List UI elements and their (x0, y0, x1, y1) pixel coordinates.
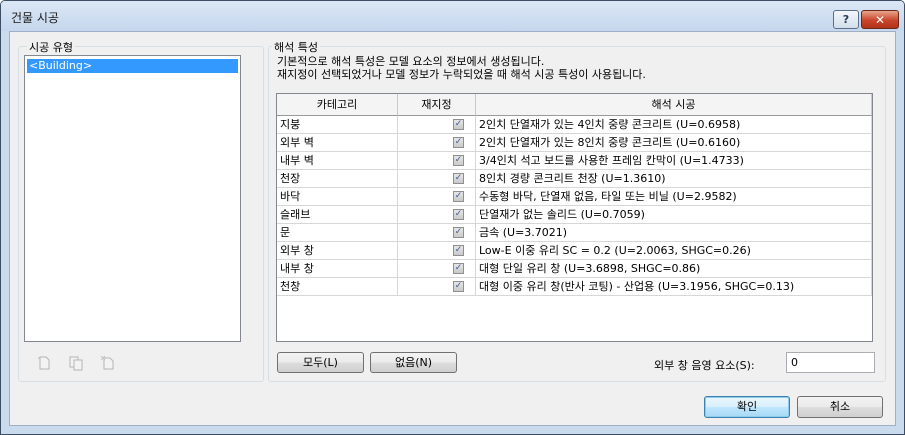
construction-cell[interactable]: 대형 단일 유리 창 (U=3.6898, SHGC=0.86) (476, 260, 872, 278)
construction-cell[interactable]: 단열재가 없는 솔리드 (U=0.7059) (476, 206, 872, 224)
override-checkbox[interactable]: ✓ (453, 263, 464, 274)
override-checkbox[interactable]: ✓ (453, 209, 464, 220)
column-header-override[interactable]: 재지정 (398, 94, 476, 116)
description-line-1: 기본적으로 해석 특성은 모델 요소의 정보에서 생성됩니다. (277, 55, 545, 68)
help-button[interactable]: ? (833, 10, 859, 29)
cancel-button[interactable]: 취소 (797, 396, 883, 418)
dialog-title: 건물 시공 (11, 11, 59, 25)
category-cell: 문 (277, 224, 398, 242)
override-checkbox[interactable]: ✓ (453, 173, 464, 184)
override-cell: ✓ (398, 206, 476, 224)
override-cell: ✓ (398, 116, 476, 134)
table-row[interactable]: 지붕 ✓ 2인치 단열재가 있는 4인치 중량 콘크리트 (U=0.6958) (277, 116, 872, 134)
table-row[interactable]: 천창 ✓ 대형 이중 유리 창(반사 코팅) - 산업용 (U=3.1956, SH… (277, 278, 872, 296)
table-row[interactable]: 외부 벽 ✓ 2인치 단열재가 있는 8인치 중량 콘크리트 (U=0.6160) (277, 134, 872, 152)
construction-cell[interactable]: 대형 이중 유리 창(반사 코팅) - 산업용 (U=3.1956, SHGC=… (476, 278, 872, 296)
override-cell: ✓ (398, 224, 476, 242)
duplicate-icon[interactable] (68, 355, 84, 371)
construction-cell[interactable]: Low-E 이중 유리 SC = 0.2 (U=2.0063, SHGC=0.2… (476, 242, 872, 260)
category-cell: 외부 벽 (277, 134, 398, 152)
analytic-constructions-table[interactable]: 카테고리 재지정 해석 시공 지붕 ✓ 2인치 단열재가 있는 4인치 중량 콘크리… (276, 93, 873, 342)
construction-types-label: 시공 유형 (27, 39, 75, 55)
construction-cell[interactable]: 8인치 경량 콘크리트 천장 (U=1.3610) (476, 170, 872, 188)
override-checkbox[interactable]: ✓ (453, 155, 464, 166)
analytic-properties-label: 해석 특성 (272, 39, 320, 55)
override-checkbox[interactable]: ✓ (453, 281, 464, 292)
description-line-2: 재지정이 선택되었거나 모델 정보가 누락되었을 때 해석 시공 특성이 사용됩… (277, 68, 646, 81)
override-checkbox[interactable]: ✓ (453, 137, 464, 148)
column-header-construction[interactable]: 해석 시공 (476, 94, 872, 116)
construction-types-list[interactable]: <Building> (24, 55, 241, 342)
override-cell: ✓ (398, 134, 476, 152)
construction-cell[interactable]: 3/4인치 석고 보드를 사용한 프레임 칸막이 (U=1.4733) (476, 152, 872, 170)
table-row[interactable]: 천장 ✓ 8인치 경량 콘크리트 천장 (U=1.3610) (277, 170, 872, 188)
new-icon[interactable] (36, 355, 52, 371)
override-checkbox[interactable]: ✓ (453, 119, 464, 130)
override-cell: ✓ (398, 260, 476, 278)
construction-cell[interactable]: 2인치 단열재가 있는 8인치 중량 콘크리트 (U=0.6160) (476, 134, 872, 152)
category-cell: 외부 창 (277, 242, 398, 260)
table-row[interactable]: 슬래브 ✓ 단열재가 없는 솔리드 (U=0.7059) (277, 206, 872, 224)
category-cell: 내부 벽 (277, 152, 398, 170)
select-none-button[interactable]: 없음(N) (370, 352, 457, 373)
override-checkbox[interactable]: ✓ (453, 191, 464, 202)
category-cell: 지붕 (277, 116, 398, 134)
close-button[interactable]: ✕ (861, 10, 899, 29)
table-row[interactable]: 문 ✓ 금속 (U=3.7021) (277, 224, 872, 242)
override-cell: ✓ (398, 188, 476, 206)
override-cell: ✓ (398, 152, 476, 170)
ok-button[interactable]: 확인 (704, 396, 790, 418)
override-checkbox[interactable]: ✓ (453, 227, 464, 238)
override-cell: ✓ (398, 170, 476, 188)
table-row[interactable]: 내부 벽 ✓ 3/4인치 석고 보드를 사용한 프레임 칸막이 (U=1.4733) (277, 152, 872, 170)
override-cell: ✓ (398, 278, 476, 296)
category-cell: 내부 창 (277, 260, 398, 278)
construction-cell[interactable]: 금속 (U=3.7021) (476, 224, 872, 242)
shading-factor-label: 외부 창 음영 요소(S): (654, 359, 755, 372)
category-cell: 슬래브 (277, 206, 398, 224)
shading-factor-input[interactable]: 0 (786, 352, 875, 373)
column-header-category[interactable]: 카테고리 (277, 94, 398, 116)
table-row[interactable]: 외부 창 ✓ Low-E 이중 유리 SC = 0.2 (U=2.0063, SHG… (277, 242, 872, 260)
override-cell: ✓ (398, 242, 476, 260)
override-checkbox[interactable]: ✓ (453, 245, 464, 256)
category-cell: 바닥 (277, 188, 398, 206)
table-row[interactable]: 내부 창 ✓ 대형 단일 유리 창 (U=3.6898, SHGC=0.86) (277, 260, 872, 278)
construction-cell[interactable]: 2인치 단열재가 있는 4인치 중량 콘크리트 (U=0.6958) (476, 116, 872, 134)
category-cell: 천장 (277, 170, 398, 188)
select-all-button[interactable]: 모두(L) (277, 352, 364, 373)
title-bar[interactable]: 건물 시공 ? ✕ (1, 1, 904, 31)
list-item-building[interactable]: <Building> (27, 59, 238, 73)
category-cell: 천창 (277, 278, 398, 296)
construction-cell[interactable]: 수동형 바닥, 단열재 없음, 타일 또는 비닐 (U=2.9582) (476, 188, 872, 206)
delete-icon[interactable] (100, 355, 116, 371)
table-row[interactable]: 바닥 ✓ 수동형 바닥, 단열재 없음, 타일 또는 비닐 (U=2.9582) (277, 188, 872, 206)
